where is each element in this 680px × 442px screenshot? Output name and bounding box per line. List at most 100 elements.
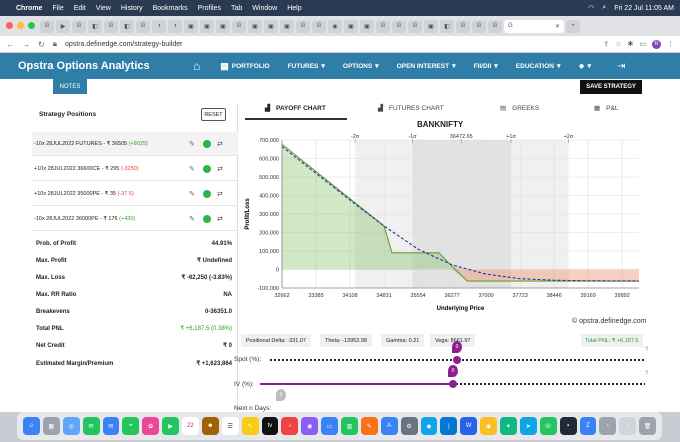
app-icon[interactable]: ◆	[420, 417, 438, 435]
browser-tab[interactable]: G	[72, 19, 86, 33]
browser-tab[interactable]: ◑	[168, 19, 182, 33]
tab-pnl[interactable]: ▦ P&L	[594, 104, 618, 113]
extensions-icon[interactable]: ✱	[628, 40, 634, 49]
appstore-icon[interactable]: A	[380, 417, 398, 435]
browser-tab[interactable]: ▣	[264, 19, 278, 33]
menubar-app[interactable]: Chrome	[16, 5, 42, 12]
trash-icon[interactable]: 🗑︎	[639, 417, 656, 435]
browser-tab[interactable]: ▣	[360, 19, 374, 33]
menu-help[interactable]: Help	[287, 5, 301, 12]
podcasts-icon[interactable]: ◉	[301, 417, 319, 435]
position-toggle[interactable]	[203, 139, 211, 148]
swap-icon[interactable]: ⇄	[217, 140, 223, 148]
browser-tab[interactable]: ▣	[280, 19, 294, 33]
browser-tab[interactable]: G	[40, 19, 54, 33]
edit-icon[interactable]: ✎	[189, 190, 199, 198]
browser-tab[interactable]: G	[312, 19, 326, 33]
keynote-icon[interactable]: ▭	[321, 417, 338, 435]
close-window-icon[interactable]	[6, 22, 13, 29]
minimize-window-icon[interactable]	[17, 22, 24, 29]
reminders-icon[interactable]: ☰	[221, 417, 239, 435]
position-toggle[interactable]	[203, 214, 211, 223]
spot-slider-thumb[interactable]	[453, 356, 461, 364]
edit-icon[interactable]: ✎	[189, 215, 199, 223]
logout-icon[interactable]: ⇥	[617, 61, 625, 72]
browser-tab[interactable]: G	[456, 19, 470, 33]
browser-tab[interactable]: G	[232, 19, 246, 33]
position-toggle[interactable]	[203, 189, 211, 198]
browser-tab[interactable]: ◑	[152, 19, 166, 33]
vscode-icon[interactable]: ⟩	[440, 417, 458, 435]
chrome-icon[interactable]: ◉	[480, 417, 497, 435]
url-field[interactable]: opstra.definedge.com/strategy-builder	[65, 41, 595, 48]
browser-tab[interactable]: ▣	[184, 19, 198, 33]
maps-icon[interactable]: ⌖	[122, 417, 140, 435]
photos-icon[interactable]: ✿	[142, 417, 160, 435]
bookmark-star-icon[interactable]: ☆	[615, 40, 621, 49]
back-icon[interactable]: ←	[6, 40, 14, 49]
browser-tab[interactable]: G	[296, 19, 310, 33]
music-icon[interactable]: ♪	[281, 417, 299, 435]
whatsapp-icon[interactable]: ☏	[539, 417, 557, 435]
position-toggle[interactable]	[203, 164, 211, 173]
downloads-icon[interactable]: ↓	[619, 417, 637, 435]
facetime-icon[interactable]: ▶	[162, 417, 179, 435]
app-icon[interactable]: ▪	[559, 417, 577, 435]
menu-tab[interactable]: Tab	[231, 5, 242, 12]
share-icon[interactable]: ⇪	[603, 40, 609, 49]
edit-icon[interactable]: ✎	[189, 165, 199, 173]
browser-tab[interactable]: ▣	[200, 19, 214, 33]
browser-tab[interactable]: ▣	[344, 19, 358, 33]
browser-tab-active[interactable]: G ✕	[504, 19, 564, 33]
menu-edit[interactable]: Edit	[74, 5, 86, 12]
word-icon[interactable]: W	[460, 417, 478, 435]
browser-tab[interactable]: G	[488, 19, 502, 33]
telegram-icon[interactable]: ➤	[519, 417, 537, 435]
safari-icon[interactable]: ◎	[62, 417, 80, 435]
reset-button[interactable]: RESET	[201, 108, 226, 121]
wifi-icon[interactable]: ◠	[588, 4, 594, 12]
tab-greeks[interactable]: ▤ GREEKS	[500, 104, 539, 113]
settings-icon[interactable]: ⚙	[400, 417, 418, 435]
profile-avatar[interactable]: R	[652, 39, 661, 49]
tv-icon[interactable]: tv	[261, 417, 279, 435]
browser-tab[interactable]: G	[392, 19, 406, 33]
zoom-window-icon[interactable]	[28, 22, 35, 29]
new-tab-button[interactable]: +	[566, 19, 580, 33]
iv-slider-thumb[interactable]	[449, 380, 457, 388]
browser-tab[interactable]: G	[376, 19, 390, 33]
help-icon[interactable]: ?	[645, 371, 648, 377]
browser-tab[interactable]: ◉	[328, 19, 342, 33]
calendar-icon[interactable]: 22	[182, 417, 199, 435]
sidepanel-icon[interactable]: ▭	[639, 40, 646, 49]
reload-icon[interactable]: ↻	[38, 40, 45, 49]
browser-tab[interactable]: ◧	[120, 19, 134, 33]
finder-icon[interactable]: ☺	[23, 417, 40, 435]
notes-button[interactable]: NOTES	[53, 79, 87, 94]
menu-bookmarks[interactable]: Bookmarks	[153, 5, 188, 12]
nav-portfolio[interactable]: ▦ PORTFOLIO	[220, 61, 269, 72]
swap-icon[interactable]: ⇄	[217, 190, 223, 198]
help-icon[interactable]: ?	[645, 347, 648, 353]
search-icon[interactable]: ⌕	[602, 4, 606, 12]
swap-icon[interactable]: ⇄	[217, 215, 223, 223]
browser-tab[interactable]: G	[472, 19, 486, 33]
browser-tab[interactable]: G	[136, 19, 150, 33]
mail-icon[interactable]: ✉	[102, 417, 120, 435]
menu-history[interactable]: History	[121, 5, 143, 12]
tab-futures-chart[interactable]: ▟ FUTURES CHART	[378, 104, 444, 113]
browser-tab[interactable]: G	[408, 19, 422, 33]
app-brand[interactable]: Opstra Options Analytics	[18, 60, 193, 72]
zoom-icon[interactable]: Z	[579, 417, 597, 435]
browser-tab[interactable]: ▣	[216, 19, 230, 33]
messages-icon[interactable]: ✉	[82, 417, 100, 435]
clock[interactable]: Fri 22 Jul 11:05 AM	[614, 5, 674, 12]
menu-view[interactable]: View	[96, 5, 111, 12]
app-icon[interactable]: ▫	[599, 417, 617, 435]
browser-tab[interactable]: ▣	[424, 19, 438, 33]
nav-account[interactable]: ● ▾	[578, 61, 591, 72]
iv-slider[interactable]	[255, 378, 655, 390]
save-strategy-button[interactable]: SAVE STRATEGY	[580, 80, 642, 94]
lock-icon[interactable]: 🔒︎	[53, 39, 57, 49]
notes-app-icon[interactable]: ✎	[241, 417, 259, 435]
